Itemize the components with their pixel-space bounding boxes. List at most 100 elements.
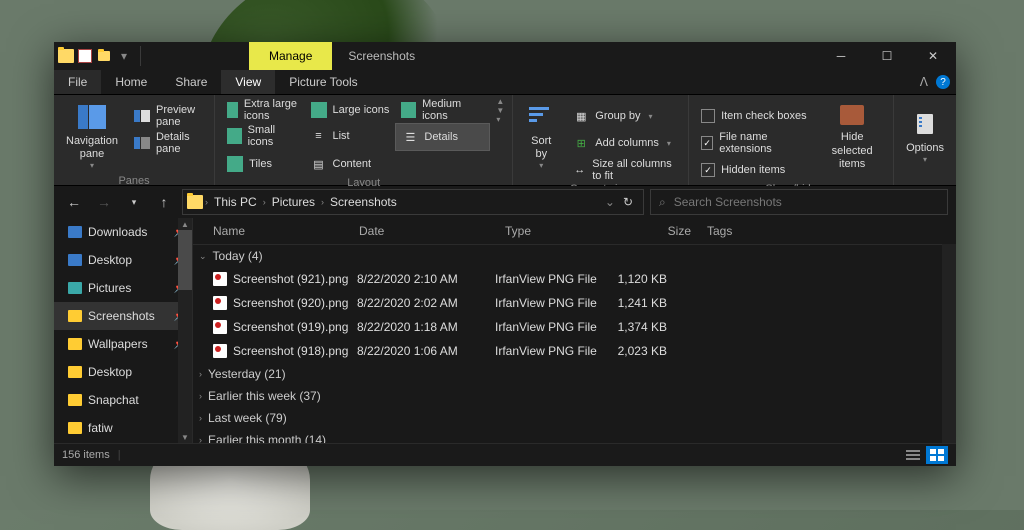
- nav-item-label: Downloads: [88, 225, 147, 239]
- file-type: IrfanView PNG File: [495, 320, 605, 334]
- qat-properties-icon[interactable]: [78, 49, 92, 63]
- crumb-this-pc[interactable]: This PC: [210, 195, 261, 209]
- file-row[interactable]: Screenshot (918).png8/22/2020 1:06 AMIrf…: [193, 339, 956, 363]
- group-header[interactable]: ›Yesterday (21): [193, 363, 956, 385]
- nav-scrollbar[interactable]: ▲ ▼: [178, 218, 192, 443]
- ribbon-group-show-hide: Item check boxes ✓File name extensions ✓…: [689, 95, 894, 185]
- close-button[interactable]: ✕: [910, 42, 956, 70]
- ribbon-group-options: Options ▾: [894, 95, 956, 185]
- tab-view[interactable]: View: [221, 70, 275, 94]
- group-header[interactable]: ›Earlier this month (14): [193, 429, 956, 443]
- refresh-icon[interactable]: ↻: [623, 195, 633, 209]
- crumb-pictures[interactable]: Pictures: [268, 195, 319, 209]
- nav-item[interactable]: Wallpapers📌: [54, 330, 192, 358]
- group-by-button[interactable]: ▦Group by▾: [567, 103, 682, 129]
- folder-icon: [68, 338, 82, 350]
- column-header-type[interactable]: Type: [497, 224, 623, 238]
- crumb-screenshots[interactable]: Screenshots: [326, 195, 401, 209]
- ribbon-group-current-view: Sort by ▾ ▦Group by▾ ⊞Add columns▾ ↔Size…: [513, 95, 689, 185]
- layout-xl-icons[interactable]: Extra large icons: [221, 97, 304, 123]
- help-icon[interactable]: ?: [936, 75, 950, 89]
- layout-content[interactable]: ▤Content: [305, 151, 396, 177]
- layout-list[interactable]: ≡List: [305, 123, 396, 149]
- item-check-boxes-toggle[interactable]: Item check boxes: [695, 103, 813, 129]
- nav-item[interactable]: Downloads📌: [54, 218, 192, 246]
- app-icon[interactable]: [58, 49, 74, 63]
- nav-item[interactable]: fatiw: [54, 414, 192, 442]
- content-scrollbar[interactable]: [942, 244, 956, 443]
- add-columns-button[interactable]: ⊞Add columns▾: [567, 130, 682, 156]
- layout-lg-icons[interactable]: Large icons: [305, 97, 396, 123]
- up-button[interactable]: ↑: [152, 190, 176, 214]
- file-type: IrfanView PNG File: [495, 272, 605, 286]
- chevron-down-icon: ⌄: [199, 251, 207, 262]
- forward-button[interactable]: →: [92, 190, 116, 214]
- layout-tiles[interactable]: Tiles: [221, 151, 304, 177]
- search-input[interactable]: ⌕ Search Screenshots: [650, 189, 948, 215]
- back-button[interactable]: ←: [62, 190, 86, 214]
- chevron-right-icon: ›: [199, 391, 202, 401]
- nav-item[interactable]: Away Web📌: [54, 442, 192, 443]
- details-pane-button[interactable]: Details pane: [128, 130, 208, 156]
- nav-item-label: fatiw: [88, 421, 113, 435]
- png-file-icon: [213, 344, 227, 358]
- layout-md-icons[interactable]: Medium icons: [395, 97, 490, 123]
- maximize-button[interactable]: ☐: [864, 42, 910, 70]
- file-row[interactable]: Screenshot (919).png8/22/2020 1:18 AMIrf…: [193, 315, 956, 339]
- group-label: Today (4): [213, 249, 263, 263]
- group-header[interactable]: ›Last week (79): [193, 407, 956, 429]
- column-header-tags[interactable]: Tags: [699, 224, 795, 238]
- sort-by-button[interactable]: Sort by ▾: [519, 97, 563, 175]
- nav-item-label: Desktop: [88, 365, 132, 379]
- thumbnails-view-toggle[interactable]: [926, 446, 948, 464]
- nav-item-label: Screenshots: [88, 309, 155, 323]
- details-view-toggle[interactable]: [902, 446, 924, 464]
- file-size: 2,023 KB: [605, 344, 667, 358]
- hidden-items-toggle[interactable]: ✓Hidden items: [695, 157, 813, 183]
- group-header[interactable]: ⌄ Today (4): [193, 245, 956, 267]
- nav-item[interactable]: Screenshots📌: [54, 302, 192, 330]
- tab-share[interactable]: Share: [161, 70, 221, 94]
- group-label: Yesterday (21): [208, 367, 286, 381]
- recent-dropdown-icon[interactable]: ▾: [122, 190, 146, 214]
- column-header-name[interactable]: Name: [205, 224, 351, 238]
- layout-details[interactable]: ☰Details: [395, 123, 490, 151]
- file-extensions-toggle[interactable]: ✓File name extensions: [695, 130, 813, 156]
- tab-picture-tools[interactable]: Picture Tools: [275, 70, 371, 94]
- group-header[interactable]: › Earlier this week (37): [193, 385, 956, 407]
- qat-dropdown-icon[interactable]: ▾: [116, 48, 132, 64]
- nav-item[interactable]: Snapchat: [54, 386, 192, 414]
- file-row[interactable]: Screenshot (920).png8/22/2020 2:02 AMIrf…: [193, 291, 956, 315]
- folder-icon: [68, 226, 82, 238]
- size-columns-button[interactable]: ↔Size all columns to fit: [567, 157, 682, 183]
- preview-pane-button[interactable]: Preview pane: [128, 103, 208, 129]
- breadcrumb[interactable]: › This PC › Pictures › Screenshots ⌄ ↻: [182, 189, 644, 215]
- folder-icon: [68, 254, 82, 266]
- qat-new-folder-icon[interactable]: [96, 48, 112, 64]
- context-tab-manage[interactable]: Manage: [249, 42, 332, 70]
- file-row[interactable]: Screenshot (921).png8/22/2020 2:10 AMIrf…: [193, 267, 956, 291]
- address-dropdown-icon[interactable]: ⌄: [605, 195, 615, 209]
- layout-sm-icons[interactable]: Small icons: [221, 123, 304, 149]
- file-size: 1,241 KB: [605, 296, 667, 310]
- file-date: 8/22/2020 1:18 AM: [357, 320, 495, 334]
- file-date: 8/22/2020 2:02 AM: [357, 296, 495, 310]
- column-header-date[interactable]: Date: [351, 224, 497, 238]
- column-header-size[interactable]: Size: [623, 224, 699, 238]
- minimize-button[interactable]: ─: [818, 42, 864, 70]
- nav-item[interactable]: Pictures📌: [54, 274, 192, 302]
- ribbon: Navigation pane ▾ Preview pane Details p…: [54, 95, 956, 186]
- hide-selected-button[interactable]: Hide selected items: [817, 97, 887, 175]
- nav-item[interactable]: Desktop: [54, 358, 192, 386]
- group-label: Earlier this week (37): [208, 389, 321, 403]
- layout-scroll-up-icon[interactable]: ▲: [496, 97, 504, 106]
- layout-scroll-down-icon[interactable]: ▼: [496, 106, 504, 115]
- collapse-ribbon-icon[interactable]: ᐱ: [920, 75, 928, 89]
- layout-more-icon[interactable]: ▾: [496, 115, 504, 124]
- tab-file[interactable]: File: [54, 70, 101, 94]
- window-title: Screenshots: [332, 42, 431, 70]
- navigation-pane-button[interactable]: Navigation pane ▾: [60, 97, 124, 175]
- options-button[interactable]: Options ▾: [900, 97, 950, 175]
- tab-home[interactable]: Home: [101, 70, 161, 94]
- nav-item[interactable]: Desktop📌: [54, 246, 192, 274]
